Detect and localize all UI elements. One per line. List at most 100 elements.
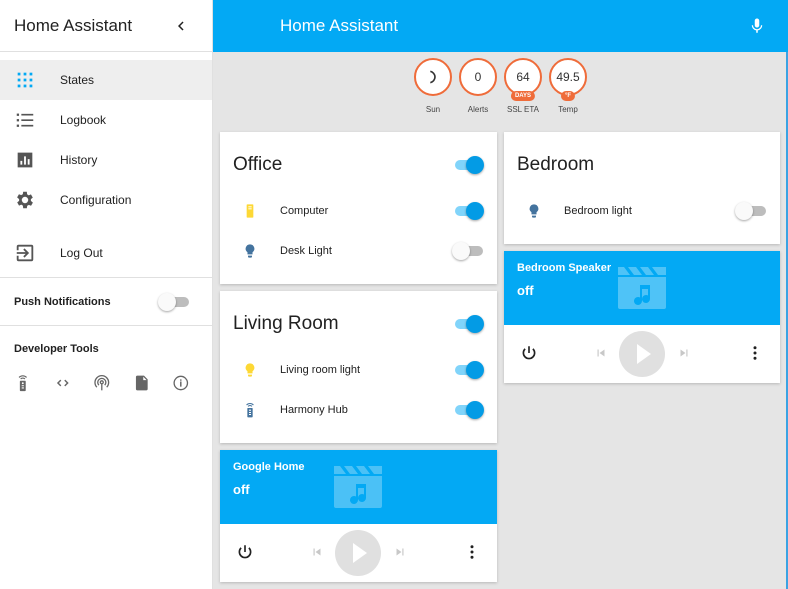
- bedroom-light-toggle[interactable]: [735, 202, 767, 220]
- computer-toggle[interactable]: [452, 202, 484, 220]
- card-title: Bedroom: [517, 154, 595, 175]
- media-player-state: off: [233, 482, 250, 497]
- movie-music-icon: [334, 466, 382, 508]
- office-group-toggle[interactable]: [452, 156, 484, 174]
- sidebar-item-label: History: [60, 153, 98, 167]
- skip-previous-icon[interactable]: [310, 545, 324, 559]
- badge-circle: 49.5 °F: [549, 58, 587, 101]
- toggle-knob: [466, 202, 484, 220]
- living-room-group-toggle[interactable]: [452, 315, 484, 333]
- living-room-light-toggle[interactable]: [452, 361, 484, 379]
- entity-row: Bedroom light: [504, 201, 780, 221]
- entity-name: Computer: [280, 205, 329, 217]
- chevron-left-icon[interactable]: [172, 17, 190, 35]
- push-notifications-toggle[interactable]: [158, 292, 190, 311]
- sidebar-item-label: Logbook: [60, 113, 107, 127]
- card-title: Living Room: [233, 313, 339, 334]
- badges-row: Sun 0 Alerts 64 DAYS SSL ETA 49.5 °F Tem…: [213, 58, 788, 114]
- remote-icon[interactable]: [14, 373, 32, 393]
- microphone-icon[interactable]: [748, 17, 766, 35]
- harmony-hub-toggle[interactable]: [452, 401, 484, 419]
- lightbulb-icon: [245, 363, 255, 377]
- badge-alerts[interactable]: 0 Alerts: [456, 58, 500, 114]
- apps-grid-icon: [17, 72, 33, 88]
- desk-light-toggle[interactable]: [452, 242, 484, 260]
- toggle-knob: [158, 292, 176, 311]
- computer-icon: [246, 204, 254, 218]
- more-vert-icon[interactable]: [746, 344, 764, 362]
- lightbulb-icon: [529, 204, 539, 218]
- moon-icon: [430, 70, 439, 84]
- logout-icon: [16, 244, 34, 262]
- developer-tools: [0, 355, 212, 393]
- skip-previous-icon[interactable]: [594, 346, 608, 360]
- sidebar-title: Home Assistant: [14, 15, 133, 35]
- toggle-knob: [466, 315, 484, 333]
- skip-next-icon[interactable]: [677, 346, 691, 360]
- entity-row: Desk Light: [220, 241, 497, 261]
- toggle-knob: [466, 401, 484, 419]
- sidebar-item-history[interactable]: History: [0, 140, 212, 180]
- lightbulb-icon: [245, 244, 255, 258]
- media-controls: [504, 325, 780, 383]
- badge-label: SSL ETA: [506, 105, 539, 114]
- play-icon: [637, 344, 651, 364]
- badge-label: Sun: [425, 105, 441, 114]
- badge-unit: °F: [560, 91, 576, 101]
- page-title: Home Assistant: [280, 16, 399, 35]
- entity-row: Computer: [220, 201, 497, 221]
- movie-music-icon: [618, 267, 666, 309]
- media-player-header: Bedroom Speaker off: [504, 251, 780, 325]
- bar-chart-icon: [17, 152, 33, 168]
- entity-name: Living room light: [280, 364, 361, 376]
- media-controls: [220, 524, 497, 582]
- power-icon[interactable]: [520, 344, 538, 362]
- badge-value: 0: [474, 70, 482, 84]
- card-office: Office Computer Desk Light: [220, 132, 497, 284]
- media-player-state: off: [517, 283, 534, 298]
- badge-ssl-eta[interactable]: 64 DAYS SSL ETA: [501, 58, 545, 114]
- list-icon: [16, 113, 34, 127]
- sidebar-item-configuration[interactable]: Configuration: [0, 180, 212, 220]
- more-vert-icon[interactable]: [463, 543, 481, 561]
- sidebar-nav: States Logbook History Configuration Log…: [0, 52, 212, 273]
- card-title: Office: [233, 154, 283, 175]
- sidebar-item-label: Log Out: [60, 246, 103, 260]
- sidebar-header: Home Assistant: [0, 0, 212, 52]
- badge-unit: DAYS: [510, 91, 536, 101]
- info-icon[interactable]: [172, 373, 190, 393]
- badge-circle: 64 DAYS: [504, 58, 542, 101]
- sidebar-item-label: States: [60, 73, 95, 87]
- skip-next-icon[interactable]: [393, 545, 407, 559]
- play-button[interactable]: [335, 530, 381, 576]
- media-player-header: Google Home off: [220, 450, 497, 524]
- entity-row: Living room light: [220, 360, 497, 380]
- sidebar-item-logout[interactable]: Log Out: [0, 233, 212, 273]
- entity-row: Harmony Hub: [220, 400, 497, 420]
- badge-sun[interactable]: Sun: [411, 58, 455, 114]
- file-code-icon[interactable]: [133, 373, 151, 393]
- push-notifications-label: Push Notifications: [14, 295, 111, 308]
- badge-label: Temp: [558, 105, 578, 114]
- card-google-home: Google Home off: [220, 450, 497, 582]
- code-icon[interactable]: [54, 373, 72, 393]
- toggle-knob: [735, 202, 753, 220]
- badge-circle: [414, 58, 452, 96]
- entity-name: Harmony Hub: [280, 404, 348, 416]
- sidebar-item-logbook[interactable]: Logbook: [0, 100, 212, 140]
- badge-temp[interactable]: 49.5 °F Temp: [546, 58, 590, 114]
- toggle-knob: [466, 361, 484, 379]
- remote-icon: [246, 403, 254, 418]
- push-notifications-row: Push Notifications: [0, 278, 212, 325]
- broadcast-icon[interactable]: [93, 373, 111, 393]
- play-button[interactable]: [619, 331, 665, 377]
- card-bedroom: Bedroom Bedroom light: [504, 132, 780, 244]
- badge-value: 49.5: [556, 70, 580, 84]
- sidebar-item-label: Configuration: [60, 193, 132, 207]
- badge-circle: 0: [459, 58, 497, 96]
- card-bedroom-speaker: Bedroom Speaker off: [504, 251, 780, 383]
- toggle-knob: [452, 242, 470, 260]
- entity-name: Desk Light: [280, 245, 332, 257]
- sidebar-item-states[interactable]: States: [0, 60, 212, 100]
- power-icon[interactable]: [236, 543, 254, 561]
